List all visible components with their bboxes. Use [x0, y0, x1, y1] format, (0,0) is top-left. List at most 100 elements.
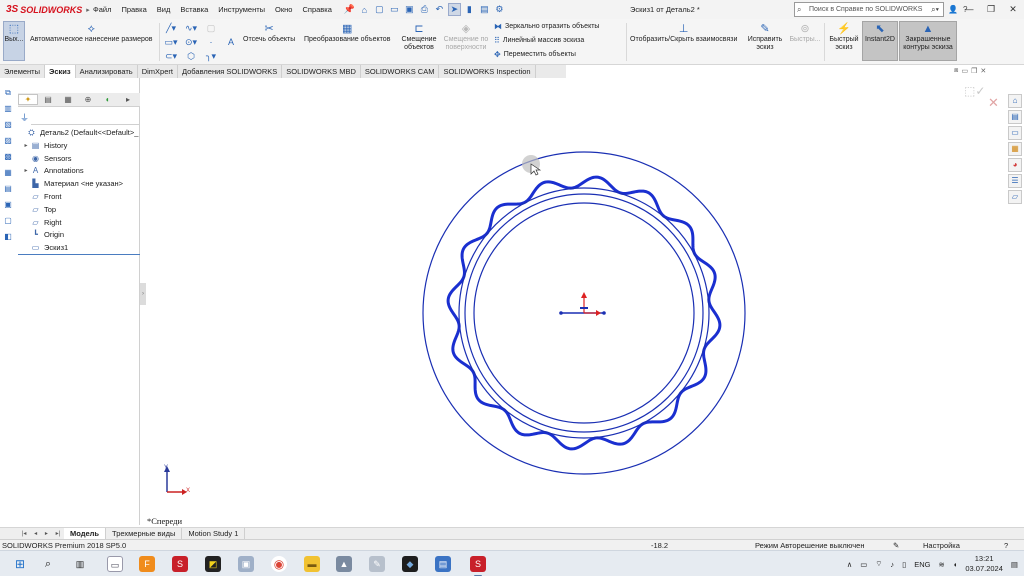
tab-mbd[interactable]: SOLIDWORKS MBD: [282, 65, 361, 78]
confirm-corner-accept-icon[interactable]: ⬚✓: [964, 84, 985, 98]
viewport-minimize-icon[interactable]: ▭: [961, 67, 968, 75]
search-submit-icon[interactable]: ⌕▾: [931, 5, 939, 15]
file-explorer-icon[interactable]: ▭: [1008, 126, 1022, 140]
taskbar-app-icon[interactable]: F: [139, 556, 155, 572]
smart-dimension-button[interactable]: ⟡ Автоматическое нанесение размеров: [30, 22, 153, 44]
language-indicator[interactable]: ENG: [914, 560, 930, 569]
rollback-bar[interactable]: [18, 254, 140, 255]
tree-node-part[interactable]: ⛭ Деталь2 (Default<<Default>_: [18, 127, 140, 140]
scroll-prev-icon[interactable]: ◂: [34, 529, 37, 539]
offset-entities-button[interactable]: ⊏ Смещение объектов: [399, 22, 439, 52]
solidworks-active-taskbar-icon[interactable]: S: [470, 556, 486, 576]
ellipse-icon[interactable]: ⊙▾: [182, 36, 200, 49]
undo-icon[interactable]: ↶: [433, 3, 446, 16]
menu-view[interactable]: Вид: [152, 0, 176, 19]
fillet-icon[interactable]: ╮▾: [202, 50, 220, 63]
restore-icon[interactable]: ❐: [980, 0, 1002, 19]
view-palette-icon[interactable]: ▦: [1008, 142, 1022, 156]
minimize-icon[interactable]: —: [958, 0, 980, 19]
battery-tray-icon[interactable]: ▯: [902, 560, 906, 569]
linear-pattern-button[interactable]: ⠿ Линейный массив эскиза: [494, 36, 584, 45]
network-tray-icon[interactable]: ⌔: [875, 559, 882, 569]
sketch-tool-icon[interactable]: ◧: [2, 231, 14, 243]
convert-entities-button[interactable]: ▦ Преобразование объектов: [304, 22, 390, 44]
trim-entities-button[interactable]: ✂ Отсечь объекты: [243, 22, 295, 44]
taskbar-app-icon[interactable]: ▤: [435, 556, 451, 572]
close-icon[interactable]: ✕: [1002, 0, 1024, 19]
tab-3d-views[interactable]: Трехмерные виды: [106, 527, 183, 540]
rapid-sketch-button[interactable]: ⚡ Быстрый эскиз: [827, 22, 861, 52]
tab-addins[interactable]: Добавления SOLIDWORKS: [177, 65, 283, 78]
property-manager-tab-icon[interactable]: ▤: [38, 95, 58, 104]
taskbar-app-icon[interactable]: ▭: [107, 556, 123, 572]
sketch-tool-icon[interactable]: ▩: [2, 151, 14, 163]
taskbar-app-icon[interactable]: ▲: [336, 556, 352, 572]
print-icon[interactable]: ⎙: [418, 3, 431, 16]
open-folder-icon[interactable]: ▭: [388, 3, 401, 16]
sketch-tool-icon[interactable]: ▢: [2, 215, 14, 227]
slot-icon[interactable]: ⊂▾: [162, 50, 180, 63]
chrome-icon[interactable]: ◉: [271, 556, 287, 572]
graphics-viewport[interactable]: Y X *Спереди: [146, 78, 1008, 526]
tab-inspection[interactable]: SOLIDWORKS Inspection: [439, 65, 536, 78]
volume-tray-icon[interactable]: ♪: [890, 560, 894, 569]
line-icon[interactable]: ╱▾: [162, 22, 180, 35]
rebuild-icon[interactable]: ▮: [463, 3, 476, 16]
sketch-tool-icon[interactable]: ▧: [2, 119, 14, 131]
move-entities-button[interactable]: ✥ Переместить объекты: [494, 50, 576, 59]
file-explorer-icon[interactable]: ▬: [304, 556, 320, 572]
scroll-last-icon[interactable]: ▸|: [56, 529, 61, 539]
scroll-tabs-icon[interactable]: ▸: [118, 95, 138, 104]
text-icon[interactable]: [222, 22, 240, 35]
instant2d-button[interactable]: ⬉ Instant2D: [862, 21, 898, 61]
copy-icon[interactable]: ⧉: [2, 87, 14, 99]
notification-chevron-icon[interactable]: ∧: [847, 560, 853, 569]
confirm-corner-cancel-icon[interactable]: ✕: [988, 95, 999, 111]
shaded-contours-button[interactable]: ▲ Закрашенные контуры эскиза: [899, 21, 957, 61]
mirror-entities-button[interactable]: ⧓ Зеркально отразить объекты: [494, 22, 599, 31]
rectangle-icon[interactable]: ▭▾: [162, 36, 180, 49]
origin-marker[interactable]: [559, 292, 606, 316]
app-tray-icon[interactable]: ▭: [860, 560, 867, 569]
polygon-icon[interactable]: ⬡: [182, 50, 200, 63]
sketch-tool-icon[interactable]: ▦: [2, 167, 14, 179]
display-relations-button[interactable]: ⊥ Отобразить/Скрыть взаимосвязи: [630, 22, 737, 44]
design-library-icon[interactable]: ▤: [1008, 110, 1022, 124]
point-icon[interactable]: ·: [202, 36, 220, 49]
tree-node-annotations[interactable]: ▸ A Annotations: [18, 165, 140, 178]
menu-file[interactable]: Файл: [88, 0, 116, 19]
help-search-input[interactable]: ⌕ Поиск в Справке по SOLIDWORKS ⌕▾: [794, 2, 944, 17]
text-a-icon[interactable]: A: [222, 36, 240, 49]
menu-tools[interactable]: Инструменты: [213, 0, 270, 19]
tab-cam[interactable]: SOLIDWORKS CAM: [360, 65, 440, 78]
new-document-icon[interactable]: ▢: [373, 3, 386, 16]
tree-node-right-plane[interactable]: ▱ Right: [18, 217, 140, 230]
spline-icon[interactable]: ∿▾: [182, 22, 200, 35]
tab-scroll-controls[interactable]: |◂ ◂ ▸ ▸|: [18, 529, 64, 539]
taskbar-app-icon[interactable]: ◩: [205, 556, 221, 572]
scroll-first-icon[interactable]: |◂: [22, 529, 27, 539]
taskbar-app-icon[interactable]: ▣: [238, 556, 254, 572]
sketch-tool-icon[interactable]: ▨: [2, 135, 14, 147]
windows-start-icon[interactable]: ⊞: [12, 556, 28, 572]
tab-features[interactable]: Элементы: [0, 65, 45, 78]
display-manager-tab-icon[interactable]: ◐: [98, 95, 118, 104]
forum-icon[interactable]: ▱: [1008, 190, 1022, 204]
tab-evaluate[interactable]: Анализировать: [75, 65, 138, 78]
scroll-next-icon[interactable]: ▸: [45, 529, 48, 539]
pin-icon[interactable]: 📌: [343, 3, 356, 16]
solidworks-logo[interactable]: 3S SOLIDWORKS ▸: [0, 0, 90, 19]
appearances-icon[interactable]: ◕: [1008, 158, 1022, 172]
taskbar-app-icon[interactable]: ◆: [402, 556, 418, 572]
exit-sketch-button[interactable]: ⬚ Вых...: [3, 21, 25, 61]
tab-motion-study[interactable]: Motion Study 1: [182, 527, 246, 540]
task-view-icon[interactable]: ▥: [72, 556, 88, 572]
menu-insert[interactable]: Вставка: [175, 0, 213, 19]
tree-node-origin[interactable]: ┗ Origin: [18, 229, 140, 242]
save-icon[interactable]: ▣: [403, 3, 416, 16]
layer-icon[interactable]: ▥: [2, 103, 14, 115]
feature-tree-tab-icon[interactable]: ✦: [18, 94, 38, 105]
taskbar-app-icon[interactable]: ✎: [369, 556, 385, 572]
tab-sketch[interactable]: Эскиз: [44, 65, 76, 78]
tree-node-sensors[interactable]: ◉ Sensors: [18, 153, 140, 166]
